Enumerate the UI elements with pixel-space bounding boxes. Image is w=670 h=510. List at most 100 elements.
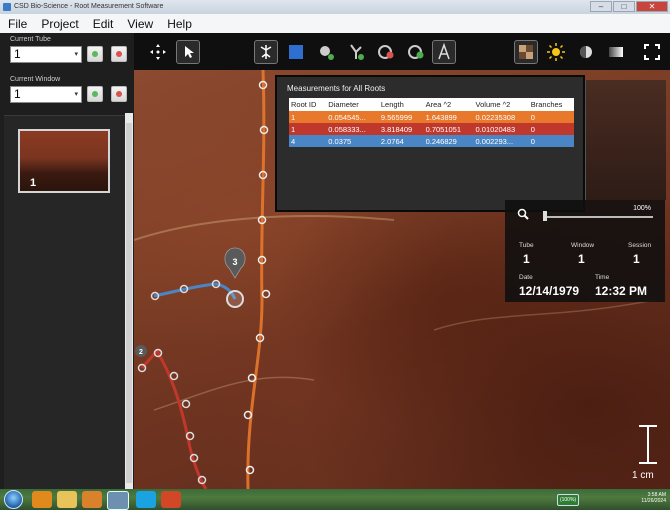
menu-help[interactable]: Help (159, 17, 198, 31)
time-label: Time (595, 274, 610, 281)
app-taskbar-icon[interactable] (107, 491, 129, 510)
current-window-select[interactable]: 1 ▾ (10, 86, 82, 103)
cell: 1.643899 (423, 111, 474, 123)
col-branches[interactable]: Branches (528, 98, 574, 111)
window-controls: – □ ✕ (590, 1, 668, 12)
system-clock[interactable]: 3:58 AM 11/26/2024 (641, 492, 666, 504)
blue-square-icon (289, 45, 303, 59)
branch-icon (350, 44, 364, 60)
session-value: 1 (633, 252, 640, 266)
contrast-icon (580, 46, 592, 58)
root-trace-tool[interactable] (254, 40, 278, 64)
menu-edit[interactable]: Edit (85, 17, 120, 31)
cell: 0.002293... (473, 135, 529, 147)
connect-node-tool[interactable] (404, 40, 428, 64)
col-length[interactable]: Length (378, 98, 424, 111)
cell: 0.01020483 (473, 123, 529, 135)
checker-icon (519, 45, 533, 59)
scale-bar-bottom (639, 462, 657, 464)
date-value: 12/14/1979 (519, 284, 580, 298)
left-panel: Current Tube 1 ▾ Current Window 1 ▾ 1 (0, 33, 134, 490)
cell: 0.7051051 (423, 123, 474, 135)
selected-node (226, 290, 244, 308)
close-button[interactable]: ✕ (636, 1, 668, 12)
outlook-taskbar-icon[interactable] (32, 491, 52, 508)
root-marker-3: 3 (232, 257, 237, 267)
powerpoint-taskbar-icon[interactable] (161, 491, 181, 508)
contrast-tool[interactable] (574, 40, 598, 64)
window-title: CSD Bio-Science - Root Measurement Softw… (14, 3, 164, 10)
folder-taskbar-icon[interactable] (57, 491, 77, 508)
menu-file[interactable]: File (0, 17, 33, 31)
root-nodes-orange (243, 80, 271, 475)
thumbnail-number: 1 (30, 177, 37, 189)
media-player-taskbar-icon[interactable] (82, 491, 102, 508)
brightness-tool[interactable] (544, 40, 568, 64)
window-value: 1 (578, 252, 585, 266)
cell: 0.02235308 (473, 111, 529, 123)
menu-bar: File Project Edit View Help (0, 14, 670, 34)
magnifier-icon (517, 208, 529, 220)
mini-map[interactable] (585, 80, 666, 200)
branch-tool[interactable] (344, 40, 368, 64)
toolbar (134, 33, 670, 70)
start-button[interactable] (4, 490, 23, 509)
select-tool[interactable] (176, 40, 200, 64)
table-row[interactable]: 1 0.058333... 3.818409 0.7051051 0.01020… (289, 123, 574, 135)
annotate-tool[interactable] (432, 40, 456, 64)
window-label: Window (571, 242, 595, 249)
current-window-label: Current Window (10, 76, 61, 83)
delete-node-tool[interactable] (374, 40, 398, 64)
green-dot-icon (92, 91, 98, 97)
red-dot-icon (116, 51, 122, 57)
levels-tool[interactable] (604, 40, 628, 64)
chevron-down-icon: ▾ (74, 51, 78, 58)
current-tube-select[interactable]: 1 ▾ (10, 46, 82, 63)
table-row[interactable]: 4 0.0375 2.0764 0.246829 0.002293... 0 (289, 135, 574, 147)
menu-view[interactable]: View (119, 17, 159, 31)
texture-toggle[interactable] (514, 40, 538, 64)
add-node-tool[interactable] (314, 40, 338, 64)
rectangle-tool[interactable] (284, 40, 308, 64)
chevron-down-icon: ▾ (74, 91, 78, 98)
node-icon (320, 46, 334, 60)
remove-tube-button[interactable] (111, 46, 127, 62)
battery-indicator[interactable]: (100%) (557, 494, 579, 506)
measurements-panel: Measurements for All Roots Root ID Diame… (275, 75, 585, 212)
col-root-id[interactable]: Root ID (289, 98, 327, 111)
col-volume[interactable]: Volume ^2 (473, 98, 529, 111)
maximize-button[interactable]: □ (613, 1, 635, 12)
zoom-slider-track[interactable] (543, 216, 653, 218)
session-label: Session (628, 242, 652, 249)
scrollbar-thumb[interactable] (126, 123, 132, 483)
time-value: 12:32 PM (595, 284, 648, 298)
current-tube-value: 1 (14, 47, 21, 61)
skype-taskbar-icon[interactable] (136, 491, 156, 508)
scale-bar-line (647, 425, 649, 463)
fullscreen-button[interactable] (640, 40, 664, 64)
col-diameter[interactable]: Diameter (326, 98, 379, 111)
pan-tool[interactable] (146, 40, 170, 64)
table-header-row: Root ID Diameter Length Area ^2 Volume ^… (289, 98, 574, 111)
menu-project[interactable]: Project (33, 17, 84, 31)
scale-bar: 1 cm (632, 425, 662, 485)
app-icon (3, 3, 11, 11)
table-row[interactable]: 1 0.054545... 9.565999 1.643899 0.022353… (289, 111, 574, 123)
col-area[interactable]: Area ^2 (423, 98, 474, 111)
move-icon (150, 44, 166, 60)
remove-window-button[interactable] (111, 86, 127, 102)
zoom-slider-handle[interactable] (543, 211, 547, 221)
thumbnail-scrollbar[interactable] (125, 113, 133, 489)
cursor-icon (185, 46, 194, 58)
minimize-button[interactable]: – (590, 1, 612, 12)
add-window-button[interactable] (87, 86, 103, 102)
window-thumbnail[interactable]: 1 (18, 129, 110, 193)
measurements-table: Root ID Diameter Length Area ^2 Volume ^… (289, 98, 574, 147)
cell: 9.565999 (378, 111, 424, 123)
cell: 4 (289, 135, 327, 147)
os-taskbar: (100%) 3:58 AM 11/26/2024 (0, 489, 670, 510)
date-label: Date (519, 274, 533, 281)
add-tube-button[interactable] (87, 46, 103, 62)
clock-date: 11/26/2024 (641, 498, 666, 504)
cell: 0 (528, 135, 574, 147)
